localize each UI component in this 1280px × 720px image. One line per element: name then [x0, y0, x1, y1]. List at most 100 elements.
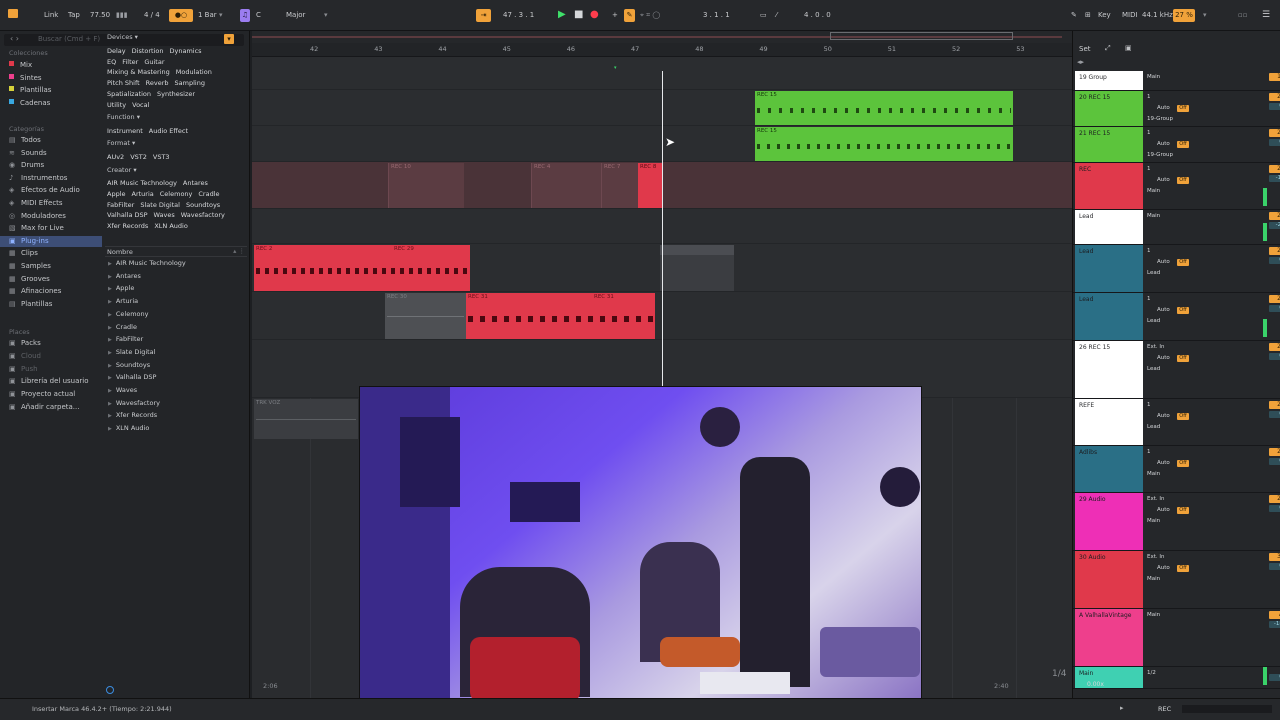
- track-name[interactable]: Lead: [1079, 248, 1093, 255]
- key-map-button[interactable]: Key: [1098, 9, 1111, 22]
- midi-map-button[interactable]: MIDI: [1122, 9, 1138, 22]
- plugin-vendor-waves[interactable]: ▶ Waves: [108, 384, 137, 396]
- track-name[interactable]: 21 REC 15: [1079, 130, 1110, 137]
- track-name[interactable]: REC: [1079, 166, 1091, 173]
- column-options-icon[interactable]: ▴ ⋮: [233, 247, 245, 255]
- monitor-off-button[interactable]: Off: [1177, 141, 1189, 148]
- track-name-cell[interactable]: Lead: [1075, 245, 1143, 292]
- search-options-icon[interactable]: ▾: [224, 34, 234, 44]
- expand-triangle-icon[interactable]: ▶: [108, 261, 112, 267]
- track-name[interactable]: 26 REC 15: [1079, 344, 1110, 351]
- expand-icon[interactable]: ⤢: [1105, 44, 1111, 53]
- tag-group-header[interactable]: Format ▾: [107, 139, 135, 147]
- input-select[interactable]: 1: [1147, 166, 1151, 173]
- category-moduladores[interactable]: ◎ Moduladores: [9, 211, 66, 222]
- expand-triangle-icon[interactable]: ▶: [108, 401, 112, 407]
- menu-icon[interactable]: ☰: [1262, 9, 1270, 22]
- track-name[interactable]: A ValhallaVintage: [1079, 612, 1131, 619]
- input-select[interactable]: 1: [1147, 248, 1151, 255]
- track-name[interactable]: 30 Audio: [1079, 554, 1106, 561]
- expand-triangle-icon[interactable]: ▶: [108, 337, 112, 343]
- tag-xln-audio[interactable]: XLN Audio: [154, 222, 187, 230]
- collection-plantillas[interactable]: Plantillas: [9, 85, 51, 96]
- collection-sintes[interactable]: Sintes: [9, 73, 42, 84]
- track-header-21-rec-15[interactable]: 21 REC 151AutoOff19-Group21S●0C: [1073, 127, 1280, 163]
- metronome-button[interactable]: ●○: [169, 9, 193, 22]
- tag-audio-effect[interactable]: Audio Effect: [149, 127, 188, 135]
- track-name-cell[interactable]: 29 Audio: [1075, 493, 1143, 550]
- plugin-vendor-wavesfactory[interactable]: ▶ Wavesfactory: [108, 397, 160, 409]
- expand-triangle-icon[interactable]: ▶: [108, 350, 112, 356]
- tag-pitch-shift[interactable]: Pitch Shift: [107, 79, 140, 87]
- time-signature-field[interactable]: 4 / 4: [144, 9, 160, 22]
- track-name-cell[interactable]: 26 REC 15: [1075, 341, 1143, 398]
- tag-slate-digital[interactable]: Slate Digital: [140, 201, 180, 209]
- volume-field[interactable]: -2.7: [1269, 222, 1280, 229]
- loop-start-field[interactable]: 3 . 1 . 1: [703, 9, 730, 22]
- monitor-auto-button[interactable]: Auto: [1157, 141, 1170, 148]
- track-header-26-rec-15[interactable]: 26 REC 15Ext. InAutoOffLead26S●0C: [1073, 341, 1280, 399]
- volume-field[interactable]: 0: [1269, 674, 1280, 681]
- bar-ruler[interactable]: 42 43 44 45 46 47 48 49 50 51 52 53: [252, 43, 1072, 57]
- input-select[interactable]: Ext. In: [1147, 344, 1165, 351]
- plugin-vendor-valhalla-dsp[interactable]: ▶ Valhalla DSP: [108, 371, 156, 383]
- track-name-cell[interactable]: Lead: [1075, 293, 1143, 340]
- output-select[interactable]: Main: [1147, 576, 1160, 583]
- place-packs[interactable]: ▣ Packs: [9, 338, 41, 349]
- track-name-cell[interactable]: 30 Audio: [1075, 551, 1143, 608]
- tag-spatialization[interactable]: Spatialization: [107, 90, 151, 98]
- place-librer-a-del-usuario[interactable]: ▣ Librería del usuario: [9, 376, 89, 387]
- track-header-20-rec-15[interactable]: 20 REC 151AutoOff19-Group20S●050R: [1073, 91, 1280, 127]
- input-select[interactable]: Ext. In: [1147, 554, 1165, 561]
- monitor-off-button[interactable]: Off: [1177, 259, 1189, 266]
- output-select[interactable]: Lead: [1147, 270, 1160, 277]
- track-header-adlibs[interactable]: Adlibs1AutoOffMain28S●0C: [1073, 446, 1280, 493]
- tap-tempo-button[interactable]: Tap: [68, 9, 80, 22]
- expand-triangle-icon[interactable]: ▶: [108, 274, 112, 280]
- expand-triangle-icon[interactable]: ▶: [108, 312, 112, 318]
- category-plug-ins[interactable]: ▣ Plug-ins: [0, 235, 102, 247]
- tag-xfer-records[interactable]: Xfer Records: [107, 222, 148, 230]
- tag-mixing-mastering[interactable]: Mixing & Mastering: [107, 68, 170, 76]
- tag-antares[interactable]: Antares: [183, 179, 208, 187]
- track-activator-button[interactable]: 19: [1269, 73, 1280, 81]
- track-activator-button[interactable]: 26: [1269, 343, 1280, 351]
- track-name-cell[interactable]: A ValhallaVintage: [1075, 609, 1143, 666]
- track-activator-button[interactable]: 28: [1269, 448, 1280, 456]
- place-push[interactable]: ▣ Push: [9, 364, 38, 375]
- track-header-30-audio[interactable]: 30 AudioExt. InAutoOffMain30S●0C: [1073, 551, 1280, 609]
- input-select[interactable]: 1: [1147, 296, 1151, 303]
- volume-field[interactable]: 0: [1269, 563, 1280, 570]
- monitor-auto-button[interactable]: Auto: [1157, 413, 1170, 420]
- tag-group-header[interactable]: Function ▾: [107, 113, 140, 121]
- volume-field[interactable]: -1.7: [1269, 175, 1280, 182]
- category-afinaciones[interactable]: ▦ Afinaciones: [9, 286, 61, 297]
- monitor-auto-button[interactable]: Auto: [1157, 177, 1170, 184]
- tag-air-music-technology[interactable]: AIR Music Technology: [107, 179, 177, 187]
- overview-strip[interactable]: [252, 31, 1072, 43]
- category-samples[interactable]: ▦ Samples: [9, 261, 51, 272]
- track-header-lead[interactable]: LeadMain23S●-2.7C: [1073, 210, 1280, 245]
- track-name[interactable]: Lead: [1079, 296, 1093, 303]
- track-name[interactable]: Main: [1079, 670, 1093, 677]
- name-column-header[interactable]: Nombre ▴ ⋮: [105, 246, 247, 257]
- plugin-vendor-soundtoys[interactable]: ▶ Soundtoys: [108, 359, 150, 371]
- volume-field[interactable]: 0: [1269, 353, 1280, 360]
- track-name-cell[interactable]: REC: [1075, 163, 1143, 209]
- track-activator-button[interactable]: 25: [1269, 295, 1280, 303]
- monitor-off-button[interactable]: Off: [1177, 413, 1189, 420]
- track-header-main[interactable]: Main1/20-3.6: [1073, 667, 1280, 689]
- track-activator-button[interactable]: 27: [1269, 401, 1280, 409]
- plugin-vendor-apple[interactable]: ▶ Apple: [108, 282, 134, 294]
- track-header-29-audio[interactable]: 29 AudioExt. InAutoOffMain29S●0C: [1073, 493, 1280, 551]
- tag-filter[interactable]: Filter: [122, 58, 138, 66]
- track-header-lead[interactable]: Lead1AutoOffLead25S●0C: [1073, 293, 1280, 341]
- search-input[interactable]: Buscar (Cmd + F): [38, 35, 100, 43]
- plugin-vendor-slate-digital[interactable]: ▶ Slate Digital: [108, 346, 155, 358]
- monitor-off-button[interactable]: Off: [1177, 105, 1189, 112]
- volume-field[interactable]: 0: [1269, 458, 1280, 465]
- tag-reverb[interactable]: Reverb: [146, 79, 169, 87]
- tag-vst2[interactable]: VST2: [130, 153, 147, 161]
- audio-clip[interactable]: REC 3: [660, 245, 734, 291]
- output-select[interactable]: Main: [1147, 471, 1160, 478]
